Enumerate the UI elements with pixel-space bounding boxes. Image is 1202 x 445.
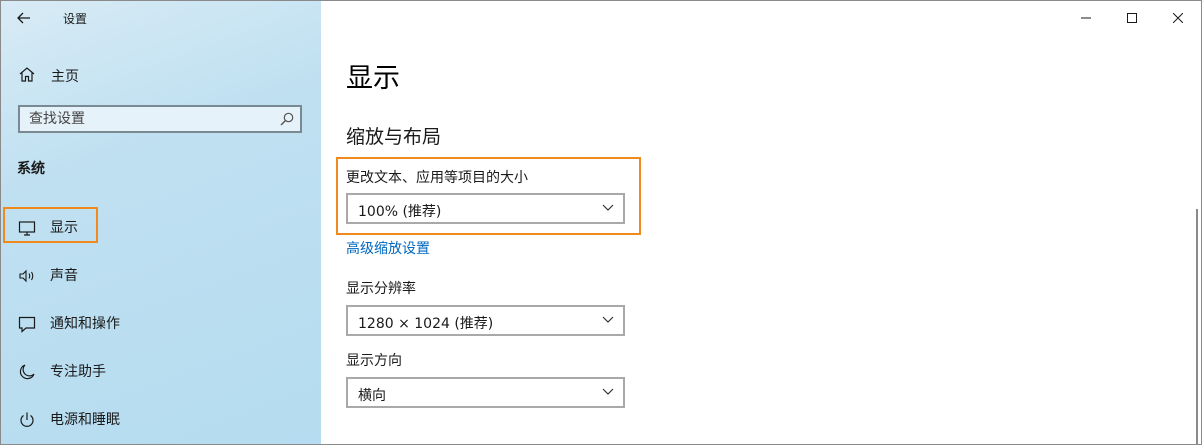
back-button[interactable] xyxy=(11,5,37,31)
power-icon xyxy=(20,412,34,427)
chevron-down-icon xyxy=(602,316,614,323)
text-size-dropdown[interactable]: 100% (推荐) xyxy=(346,193,625,224)
advanced-scaling-link[interactable]: 高级缩放设置 xyxy=(346,238,430,258)
resolution-label: 显示分辨率 xyxy=(346,281,416,297)
sidebar-item-focus-assist[interactable]: 专注助手 xyxy=(1,351,321,391)
maximize-icon xyxy=(1127,13,1137,23)
scrollbar[interactable] xyxy=(1196,209,1198,444)
resolution-dropdown[interactable]: 1280 × 1024 (推荐) xyxy=(346,305,625,336)
sidebar-item-label: 声音 xyxy=(50,268,78,284)
notification-icon xyxy=(18,316,36,333)
sidebar-item-label: 通知和操作 xyxy=(50,316,120,332)
sidebar-item-home[interactable]: 主页 xyxy=(1,57,321,93)
orientation-label: 显示方向 xyxy=(346,353,402,369)
dropdown-value: 100% (推荐) xyxy=(358,204,442,220)
dropdown-value: 1280 × 1024 (推荐) xyxy=(358,316,494,332)
main-content: 显示 缩放与布局 更改文本、应用等项目的大小 100% (推荐) 高级缩放设置 … xyxy=(321,1,1201,444)
sidebar-item-display[interactable]: 显示 xyxy=(1,207,321,247)
back-arrow-icon xyxy=(17,12,30,24)
sidebar-item-power[interactable]: 电源和睡眠 xyxy=(1,399,321,439)
close-button[interactable] xyxy=(1155,1,1201,35)
sidebar-item-label: 专注助手 xyxy=(50,364,106,380)
text-size-label: 更改文本、应用等项目的大小 xyxy=(346,170,528,186)
sidebar: 设置 主页 系统 显示 xyxy=(1,1,321,444)
chevron-down-icon xyxy=(602,204,614,211)
search-icon[interactable] xyxy=(280,112,294,126)
chevron-down-icon xyxy=(602,388,614,395)
monitor-icon xyxy=(18,221,36,236)
dropdown-value: 横向 xyxy=(358,388,386,404)
sidebar-item-notifications[interactable]: 通知和操作 xyxy=(1,303,321,343)
sidebar-item-label: 显示 xyxy=(50,220,78,236)
section-title-scale-layout: 缩放与布局 xyxy=(346,126,442,148)
sidebar-item-sound[interactable]: 声音 xyxy=(1,255,321,295)
sidebar-item-label: 主页 xyxy=(51,69,79,85)
minimize-button[interactable] xyxy=(1063,1,1109,35)
home-icon xyxy=(19,67,35,82)
search-box xyxy=(18,105,302,133)
window-title: 设置 xyxy=(63,12,88,26)
settings-window: 设置 主页 系统 显示 xyxy=(0,0,1202,445)
moon-icon xyxy=(19,364,35,380)
sidebar-item-label: 电源和睡眠 xyxy=(50,412,120,428)
close-icon xyxy=(1173,13,1183,23)
page-title: 显示 xyxy=(346,63,400,94)
speaker-icon xyxy=(19,269,34,283)
window-controls xyxy=(1063,1,1201,35)
minimize-icon xyxy=(1081,17,1091,19)
section-label-system: 系统 xyxy=(17,161,45,177)
orientation-dropdown[interactable]: 横向 xyxy=(346,377,625,408)
search-input[interactable] xyxy=(20,107,279,131)
maximize-button[interactable] xyxy=(1109,1,1155,35)
